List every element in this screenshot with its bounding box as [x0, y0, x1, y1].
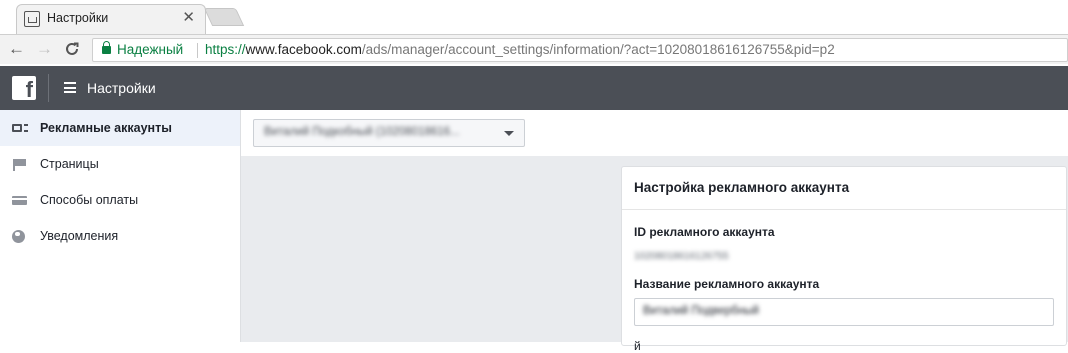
card-header: Настройка рекламного аккаунта	[622, 167, 1066, 210]
chevron-down-icon	[504, 131, 514, 136]
url-path: /ads/manager/account_settings/informatio…	[361, 42, 835, 57]
ad-accounts-icon	[12, 124, 22, 132]
settings-sidebar: Рекламные аккаунты Страницы Способы опла…	[0, 110, 241, 342]
forward-arrow-icon[interactable]: →	[36, 39, 53, 59]
ad-account-settings-card: Настройка рекламного аккаунта ID рекламн…	[621, 166, 1067, 353]
sidebar-item-label: Способы оплаты	[40, 193, 139, 207]
ad-account-id-value: 10208018616126755	[634, 251, 729, 262]
sidebar-item-ad-accounts[interactable]: Рекламные аккаунты	[0, 110, 240, 146]
header-divider	[48, 74, 49, 102]
menu-icon[interactable]	[64, 82, 76, 93]
main-content: Виталий Подкобный (10208018616... Настро…	[241, 110, 1068, 353]
secure-label: Надежный	[117, 42, 184, 57]
sidebar-item-notifications[interactable]: Уведомления	[0, 218, 240, 254]
url-text: https://www.facebook.com/ads/manager/acc…	[205, 42, 835, 57]
ad-account-name-label: Название рекламного аккаунта	[634, 277, 820, 291]
url-host: www.facebook.com	[245, 42, 362, 57]
ad-account-name-value: Виталий Подвербный	[643, 305, 759, 317]
url-scheme: https://	[205, 42, 246, 57]
globe-icon-land	[15, 232, 20, 236]
back-arrow-icon[interactable]: ←	[8, 39, 25, 59]
ad-account-id-label: ID рекламного аккаунта	[634, 225, 775, 239]
new-tab-button[interactable]	[203, 8, 245, 26]
browser-tab[interactable]: Настройки ✕	[16, 4, 206, 34]
sidebar-item-pages[interactable]: Страницы	[0, 146, 240, 182]
sidebar-item-label: Рекламные аккаунты	[40, 121, 172, 135]
account-selector-bar: Виталий Подкобный (10208018616...	[241, 110, 1068, 156]
settings-favicon-icon	[24, 11, 40, 27]
card-title: Настройка рекламного аккаунта	[634, 180, 850, 195]
tab-title: Настройки	[47, 11, 109, 25]
facebook-header: f Настройки	[0, 66, 1068, 110]
ad-account-dropdown[interactable]: Виталий Подкобный (10208018616...	[253, 119, 525, 147]
reload-icon[interactable]	[64, 39, 80, 62]
browser-tab-strip: Настройки ✕	[0, 0, 1068, 34]
sidebar-item-payment-methods[interactable]: Способы оплаты	[0, 182, 240, 218]
ad-account-dropdown-value: Виталий Подкобный (10208018616...	[264, 126, 460, 138]
next-field-label: й	[634, 339, 641, 353]
address-bar[interactable]: Надежный https://www.facebook.com/ads/ma…	[92, 38, 1068, 62]
sidebar-item-label: Страницы	[40, 157, 99, 171]
facebook-logo-icon[interactable]: f	[12, 76, 36, 100]
flag-icon-cloth	[15, 159, 26, 166]
ad-account-name-field[interactable]: Виталий Подвербный	[634, 298, 1054, 326]
lock-icon	[102, 41, 111, 54]
address-divider	[197, 43, 198, 58]
page-title: Настройки	[87, 80, 156, 96]
credit-card-icon-stripe	[12, 198, 27, 200]
ad-accounts-icon-lines	[24, 124, 28, 132]
close-tab-icon[interactable]: ✕	[182, 9, 195, 27]
sidebar-item-label: Уведомления	[40, 229, 119, 243]
browser-toolbar: ← → Надежный https://www.facebook.com/ad…	[0, 34, 1068, 64]
